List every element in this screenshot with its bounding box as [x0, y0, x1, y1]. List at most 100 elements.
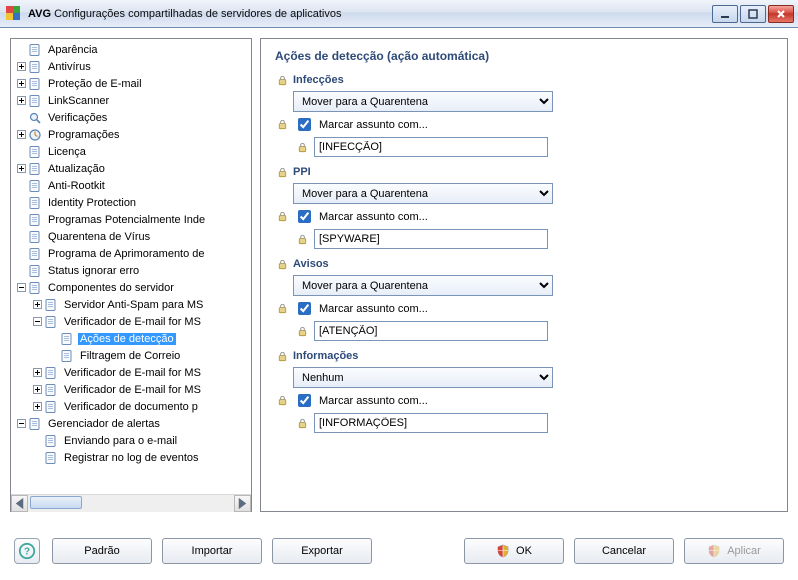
subject-text-input[interactable]	[314, 229, 548, 249]
export-button[interactable]: Exportar	[272, 538, 372, 564]
tree-item[interactable]: Componentes do servidor	[11, 279, 251, 296]
page-title: Ações de detecção (ação automática)	[275, 49, 773, 63]
tree-scroll[interactable]: Aparência Antivírus Proteção de E-mail Link…	[11, 39, 251, 494]
tree-item[interactable]: Licença	[11, 143, 251, 160]
tree-item-label: Registrar no log de eventos	[62, 452, 201, 464]
tree-item-label: Ações de detecção	[78, 333, 176, 345]
apply-button[interactable]: Aplicar	[684, 538, 784, 564]
tree-item[interactable]: Verificador de E-mail for MS	[11, 381, 251, 398]
tree-item[interactable]: Identity Protection	[11, 194, 251, 211]
tree-item-label: Quarentena de Vírus	[46, 231, 152, 243]
window-title: AVG Configurações compartilhadas de serv…	[28, 8, 712, 20]
tree-item[interactable]: Programas Potencialmente Inde	[11, 211, 251, 228]
ok-button[interactable]: OK	[464, 538, 564, 564]
subject-text-row	[313, 321, 773, 341]
tree-item[interactable]: Proteção de E-mail	[11, 75, 251, 92]
collapse-icon[interactable]	[15, 283, 27, 292]
page-icon	[27, 76, 43, 92]
mark-subject-row: Marcar assunto com...	[293, 207, 773, 226]
scroll-left-button[interactable]	[11, 495, 28, 512]
detection-section: PPI Mover para a QuarentenaNenhum Marcar a…	[275, 165, 773, 249]
tree-item-label: Status ignorar erro	[46, 265, 141, 277]
tree-item-label: Atualização	[46, 163, 107, 175]
scroll-track[interactable]	[28, 495, 234, 512]
subject-text-row	[313, 413, 773, 433]
magnify-icon	[27, 110, 43, 126]
cancel-button[interactable]: Cancelar	[574, 538, 674, 564]
page-icon	[27, 144, 43, 160]
expand-icon[interactable]	[15, 164, 27, 173]
tree-item[interactable]: Gerenciador de alertas	[11, 415, 251, 432]
subject-text-input[interactable]	[314, 413, 548, 433]
section-header: Infecções	[275, 73, 773, 87]
action-select[interactable]: Mover para a QuarentenaNenhum	[293, 183, 553, 204]
tree-item-label: Programas Potencialmente Inde	[46, 214, 207, 226]
tree-item[interactable]: Aparência	[11, 41, 251, 58]
minimize-button[interactable]	[712, 5, 738, 23]
lock-icon	[295, 140, 309, 154]
maximize-button[interactable]	[740, 5, 766, 23]
default-button[interactable]: Padrão	[52, 538, 152, 564]
expand-icon[interactable]	[15, 96, 27, 105]
tree-item-label: Gerenciador de alertas	[46, 418, 162, 430]
lock-icon	[275, 210, 289, 224]
expand-icon[interactable]	[31, 385, 43, 394]
tree-item-label: Anti-Rootkit	[46, 180, 107, 192]
import-button[interactable]: Importar	[162, 538, 262, 564]
section-header: PPI	[275, 165, 773, 179]
tree-item[interactable]: Programações	[11, 126, 251, 143]
lock-icon	[295, 232, 309, 246]
scroll-right-button[interactable]	[234, 495, 251, 512]
tree-item[interactable]: Quarentena de Vírus	[11, 228, 251, 245]
tree-item[interactable]: Verificador de E-mail for MS	[11, 364, 251, 381]
action-select[interactable]: Mover para a QuarentenaNenhum	[293, 367, 553, 388]
tree-item[interactable]: Programa de Aprimoramento de	[11, 245, 251, 262]
mark-subject-checkbox[interactable]	[298, 118, 311, 131]
mark-subject-row: Marcar assunto com...	[293, 391, 773, 410]
close-button[interactable]	[768, 5, 794, 23]
tree-item[interactable]: Filtragem de Correio	[11, 347, 251, 364]
lock-icon	[275, 302, 289, 316]
subject-text-input[interactable]	[314, 137, 548, 157]
tree-item[interactable]: LinkScanner	[11, 92, 251, 109]
collapse-icon[interactable]	[31, 317, 43, 326]
tree-item[interactable]: Servidor Anti-Spam para MS	[11, 296, 251, 313]
tree-item[interactable]: Verificador de E-mail for MS	[11, 313, 251, 330]
tree-horizontal-scrollbar[interactable]	[11, 494, 251, 511]
tree-item[interactable]: Antivírus	[11, 58, 251, 75]
tree-item[interactable]: Ações de detecção	[11, 330, 251, 347]
mark-subject-checkbox[interactable]	[298, 210, 311, 223]
scroll-thumb[interactable]	[30, 496, 82, 509]
shield-icon	[707, 544, 721, 558]
expand-icon[interactable]	[15, 130, 27, 139]
expand-icon[interactable]	[31, 402, 43, 411]
tree-item-label: Verificador de E-mail for MS	[62, 384, 203, 396]
tree-item[interactable]: Status ignorar erro	[11, 262, 251, 279]
page-icon	[43, 382, 59, 398]
mark-subject-checkbox[interactable]	[298, 394, 311, 407]
action-select[interactable]: Mover para a QuarentenaNenhum	[293, 275, 553, 296]
expand-icon[interactable]	[15, 79, 27, 88]
mark-subject-checkbox[interactable]	[298, 302, 311, 315]
tree-item[interactable]: Verificador de documento p	[11, 398, 251, 415]
action-row: Mover para a QuarentenaNenhum	[293, 275, 773, 296]
help-button[interactable]: ?	[14, 538, 40, 564]
expand-icon[interactable]	[31, 300, 43, 309]
tree-item[interactable]: Verificações	[11, 109, 251, 126]
tree-item[interactable]: Atualização	[11, 160, 251, 177]
tree-item-label: LinkScanner	[46, 95, 111, 107]
mark-subject-row: Marcar assunto com...	[293, 299, 773, 318]
collapse-icon[interactable]	[15, 419, 27, 428]
tree-item[interactable]: Anti-Rootkit	[11, 177, 251, 194]
tree-item[interactable]: Registrar no log de eventos	[11, 449, 251, 466]
action-select[interactable]: Mover para a QuarentenaNenhum	[293, 91, 553, 112]
tree-item-label: Antivírus	[46, 61, 93, 73]
tree-item[interactable]: Enviando para o e-mail	[11, 432, 251, 449]
subject-text-input[interactable]	[314, 321, 548, 341]
lock-icon	[275, 394, 289, 408]
lock-icon	[275, 73, 289, 87]
section-header: Informações	[275, 349, 773, 363]
lock-icon	[295, 324, 309, 338]
expand-icon[interactable]	[15, 62, 27, 71]
expand-icon[interactable]	[31, 368, 43, 377]
